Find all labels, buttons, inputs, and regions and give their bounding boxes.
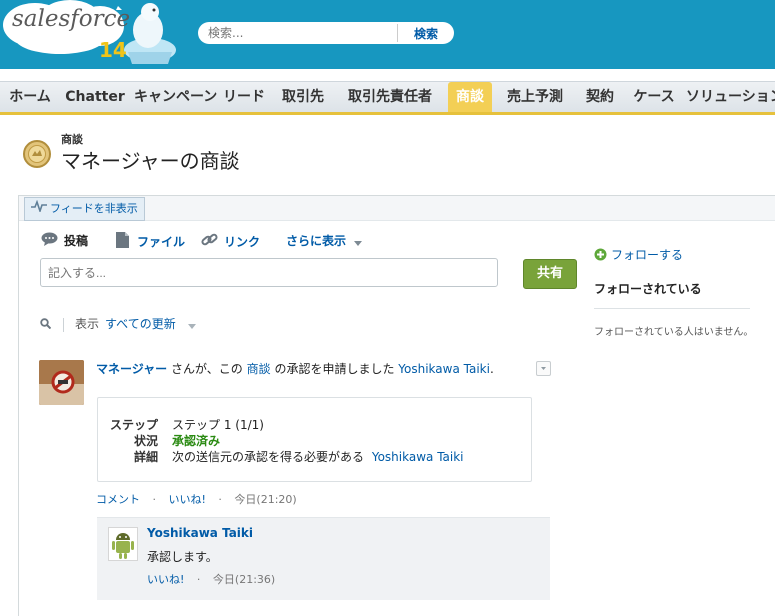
feed-item-text: さんが、この	[171, 362, 243, 376]
chevron-down-icon[interactable]	[187, 316, 196, 334]
feed-item-text-2: の承認を申請しました	[274, 362, 395, 376]
filter-dropdown[interactable]: すべての更新	[105, 317, 176, 331]
publisher-link-tab[interactable]: リンク	[201, 232, 260, 250]
follow-button[interactable]: フォローする	[594, 246, 683, 264]
file-icon	[116, 232, 129, 253]
followers-divider	[594, 308, 750, 309]
plus-circle-icon	[594, 248, 607, 264]
tab-home[interactable]: ホーム	[4, 82, 56, 112]
salesforce-logo[interactable]: salesforce 14	[0, 0, 185, 69]
logo-version: 14	[99, 38, 127, 62]
tab-leads[interactable]: リード	[222, 82, 266, 112]
status-label: 状況	[133, 434, 158, 448]
app-header: salesforce 14 検索	[0, 0, 775, 69]
tab-solutions[interactable]: ソリューション	[686, 82, 775, 112]
publisher-link-label: リンク	[224, 235, 261, 249]
timestamp[interactable]: 今日(21:20)	[234, 493, 296, 506]
chevron-down-icon	[354, 233, 363, 251]
comment-actions: いいね! · 今日(21:36)	[147, 571, 275, 587]
publisher-file-label: ファイル	[137, 235, 186, 249]
step-label: ステップ	[109, 418, 158, 432]
share-button[interactable]: 共有	[523, 259, 577, 289]
comment-link[interactable]: コメント	[96, 493, 140, 506]
logo-wordmark: salesforce	[12, 6, 131, 32]
tab-forecasts[interactable]: 売上予測	[500, 82, 570, 112]
tab-opportunities[interactable]: 商談	[448, 82, 492, 112]
hide-feed-button[interactable]: フィードを非表示	[24, 197, 145, 221]
feed-item-menu-button[interactable]	[536, 361, 551, 376]
comment-like-link[interactable]: いいね!	[147, 573, 184, 586]
followers-heading: フォローされている	[594, 282, 702, 296]
pulse-icon	[31, 198, 47, 220]
detail-text: 次の送信元の承認を得る必要がある	[172, 450, 365, 464]
follow-label: フォローする	[611, 248, 684, 262]
page-title: マネージャーの商談	[61, 149, 240, 173]
tab-chatter[interactable]: Chatter	[62, 82, 128, 112]
tab-cases[interactable]: ケース	[628, 82, 680, 112]
like-link[interactable]: いいね!	[169, 493, 206, 506]
separator-dot: ·	[196, 573, 201, 586]
publisher-post-label: 投稿	[64, 234, 89, 248]
comment-text: 承認します。	[147, 550, 218, 564]
separator-dot: ·	[218, 493, 222, 506]
comment-timestamp[interactable]: 今日(21:36)	[213, 573, 275, 586]
publisher-more-menu[interactable]: さらに表示	[286, 232, 363, 251]
actor-link[interactable]: マネージャー	[96, 362, 167, 376]
separator-dot: ·	[152, 493, 157, 506]
tab-contracts[interactable]: 契約	[578, 82, 622, 112]
followers-empty-message: フォローされている人はいません。	[594, 327, 754, 338]
detail-value: 次の送信元の承認を得る必要がある Yoshikawa Taiki	[172, 448, 464, 465]
post-text-input[interactable]	[40, 258, 498, 287]
link-icon	[201, 232, 218, 253]
opportunity-coin-icon	[22, 139, 52, 169]
search-box: 検索	[198, 22, 454, 44]
filter-show-label: 表示	[75, 317, 100, 331]
search-icon[interactable]	[40, 316, 52, 334]
feed-item-period: .	[489, 362, 494, 376]
avatar[interactable]	[39, 360, 84, 405]
publisher-more-label: さらに表示	[286, 234, 347, 248]
search-input[interactable]	[208, 25, 388, 41]
approver-link[interactable]: Yoshikawa Taiki	[372, 450, 464, 464]
feed-item-actions: コメント · いいね! · 今日(21:20)	[96, 491, 297, 507]
android-robot-icon	[112, 533, 134, 559]
main-tab-bar: ホーム Chatter キャンペーン リード 取引先 取引先責任者 商談 売上予…	[0, 81, 775, 115]
feed-item-header: マネージャー さんが、この 商談 の承認を申請しました Yoshikawa Ta…	[96, 360, 494, 377]
feed-filter-row: 表示 すべての更新	[40, 315, 196, 333]
header-gap	[0, 69, 775, 81]
comment-author-link[interactable]: Yoshikawa Taiki	[147, 526, 253, 540]
filter-divider	[63, 317, 64, 332]
step-value: ステップ 1 (1/1)	[172, 418, 264, 432]
tab-accounts[interactable]: 取引先	[274, 82, 332, 112]
search-button[interactable]: 検索	[398, 22, 454, 44]
commenter-avatar[interactable]	[108, 527, 138, 561]
speech-bubble-icon	[41, 232, 58, 251]
object-link[interactable]: 商談	[247, 362, 271, 376]
approval-details: ステップ ステップ 1 (1/1) 状況 承認済み 詳細 次の送信元の承認を得る…	[97, 397, 532, 482]
tab-contacts[interactable]: 取引先責任者	[340, 82, 440, 112]
detail-label: 詳細	[133, 450, 158, 464]
publisher-file-tab[interactable]: ファイル	[116, 232, 185, 250]
target-user-link[interactable]: Yoshikawa Taiki	[398, 362, 490, 376]
hide-feed-label: フィードを非表示	[50, 202, 138, 215]
chevron-down-icon	[541, 367, 546, 370]
status-badge: 承認済み	[172, 434, 221, 448]
publisher-post-tab[interactable]: 投稿	[41, 232, 88, 250]
tab-campaigns[interactable]: キャンペーン	[134, 82, 217, 112]
